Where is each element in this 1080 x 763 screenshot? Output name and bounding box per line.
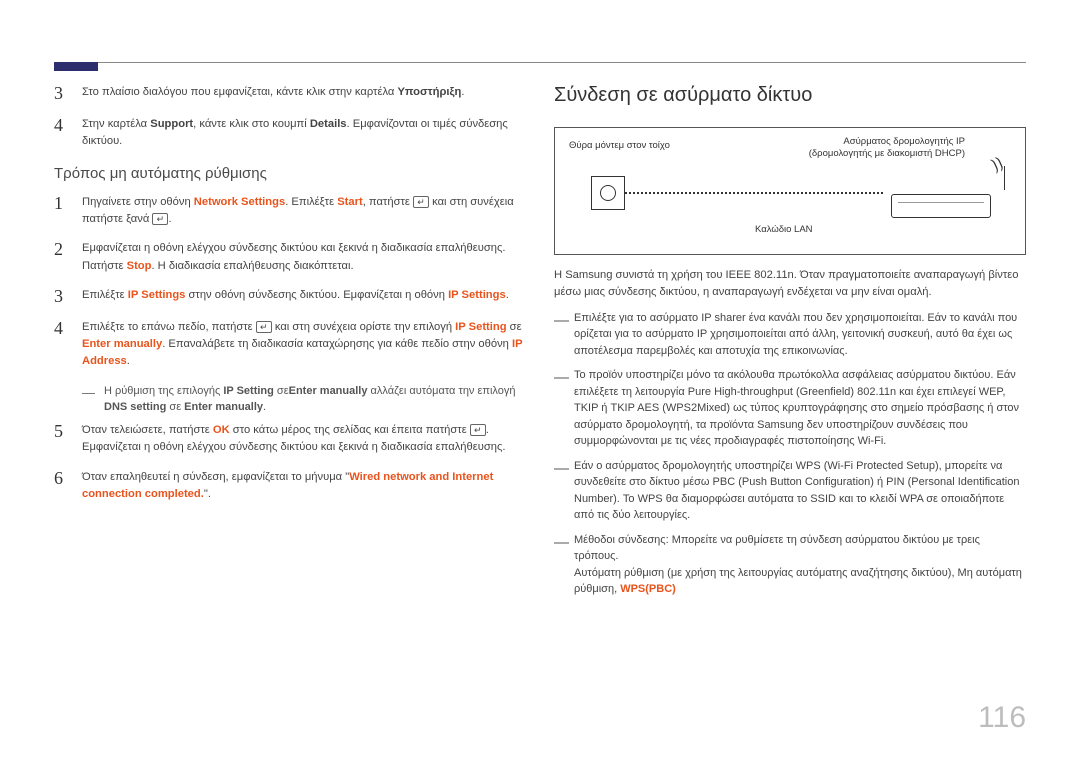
subsection-heading: Τρόπος μη αυτόματης ρύθμισης — [54, 165, 524, 182]
step-number: 2 — [54, 240, 70, 275]
list-item: 1 Πηγαίνετε στην οθόνη Network Settings.… — [54, 194, 524, 229]
network-diagram: Θύρα μόντεμ στον τοίχο Ασύρματος δρομολο… — [554, 127, 1026, 255]
step-number: 4 — [54, 116, 70, 151]
bullet-note: ― Εάν ο ασύρματος δρομολογητής υποστηρίζ… — [554, 458, 1026, 524]
header-accent — [54, 62, 98, 71]
enter-icon — [413, 196, 429, 208]
diagram-label-router: Ασύρματος δρομολογητής IP(δρομολογητής μ… — [809, 136, 965, 161]
step-text: Εμφανίζεται η οθόνη ελέγχου σύνδεσης δικ… — [82, 240, 524, 275]
step-number: 3 — [54, 287, 70, 307]
bullet-note: ― Το προϊόν υποστηρίζει μόνο τα ακόλουθα… — [554, 367, 1026, 450]
step-number: 5 — [54, 422, 70, 457]
note-text: Το προϊόν υποστηρίζει μόνο τα ακόλουθα π… — [574, 367, 1026, 450]
list-item: 2 Εμφανίζεται η οθόνη ελέγχου σύνδεσης δ… — [54, 240, 524, 275]
note-text: Επιλέξτε για το ασύρματο IP sharer ένα κ… — [574, 310, 1026, 360]
note-dash-icon: ― — [554, 458, 568, 524]
lan-cable-line — [625, 192, 885, 194]
list-item: 4 Επιλέξτε το επάνω πεδίο, πατήστε και σ… — [54, 319, 524, 371]
bullet-note: ― Μέθοδοι σύνδεσης: Μπορείτε να ρυθμίσετ… — [554, 532, 1026, 598]
note-dash-icon: ― — [82, 383, 96, 416]
note-text: Μέθοδοι σύνδεσης: Μπορείτε να ρυθμίσετε … — [574, 532, 1026, 598]
paragraph: Η Samsung συνιστά τη χρήση του IEEE 802.… — [554, 267, 1026, 302]
step-number: 1 — [54, 194, 70, 229]
section-title: Σύνδεση σε ασύρματο δίκτυο — [554, 84, 1026, 107]
step-text: Στην καρτέλα Support, κάντε κλικ στο κου… — [82, 116, 524, 151]
enter-icon — [152, 213, 168, 225]
enter-icon — [470, 424, 486, 436]
page-number: 116 — [978, 701, 1026, 735]
list-item: 4 Στην καρτέλα Support, κάντε κλικ στο κ… — [54, 116, 524, 151]
list-item: 3 Επιλέξτε IP Settings στην οθόνη σύνδεσ… — [54, 287, 524, 307]
page-body: 3 Στο πλαίσιο διαλόγου που εμφανίζεται, … — [0, 0, 1080, 636]
note-text: Η ρύθμιση της επιλογής IP Setting σεEnte… — [104, 383, 524, 416]
note-dash-icon: ― — [554, 310, 568, 360]
bullet-note: ― Επιλέξτε για το ασύρματο IP sharer ένα… — [554, 310, 1026, 360]
note-text: Εάν ο ασύρματος δρομολογητής υποστηρίζει… — [574, 458, 1026, 524]
step-number: 3 — [54, 84, 70, 104]
list-item: 3 Στο πλαίσιο διαλόγου που εμφανίζεται, … — [54, 84, 524, 104]
step-text: Όταν τελειώσετε, πατήστε OK στο κάτω μέρ… — [82, 422, 524, 457]
list-item: 5 Όταν τελειώσετε, πατήστε OK στο κάτω μ… — [54, 422, 524, 457]
right-column: Σύνδεση σε ασύρματο δίκτυο Θύρα μόντεμ σ… — [554, 48, 1026, 606]
left-column: 3 Στο πλαίσιο διαλόγου που εμφανίζεται, … — [54, 48, 524, 606]
step-text: Όταν επαληθευτεί η σύνδεση, εμφανίζεται … — [82, 469, 524, 504]
step-text: Στο πλαίσιο διαλόγου που εμφανίζεται, κά… — [82, 84, 524, 104]
step-number: 6 — [54, 469, 70, 504]
wall-outlet-icon — [591, 176, 625, 210]
step-text: Πηγαίνετε στην οθόνη Network Settings. Ε… — [82, 194, 524, 229]
inline-note: ― Η ρύθμιση της επιλογής IP Setting σεEn… — [82, 383, 524, 416]
header-rule — [54, 62, 1026, 63]
step-text: Επιλέξτε IP Settings στην οθόνη σύνδεσης… — [82, 287, 524, 307]
enter-icon — [256, 321, 272, 333]
step-number: 4 — [54, 319, 70, 371]
step-text: Επιλέξτε το επάνω πεδίο, πατήστε και στη… — [82, 319, 524, 371]
router-icon: ⟯⟯ — [891, 174, 1001, 218]
note-dash-icon: ― — [554, 532, 568, 598]
diagram-label-modem: Θύρα μόντεμ στον τοίχο — [569, 140, 670, 151]
list-item: 6 Όταν επαληθευτεί η σύνδεση, εμφανίζετα… — [54, 469, 524, 504]
note-dash-icon: ― — [554, 367, 568, 450]
diagram-label-lan: Καλώδιο LAN — [755, 224, 813, 235]
